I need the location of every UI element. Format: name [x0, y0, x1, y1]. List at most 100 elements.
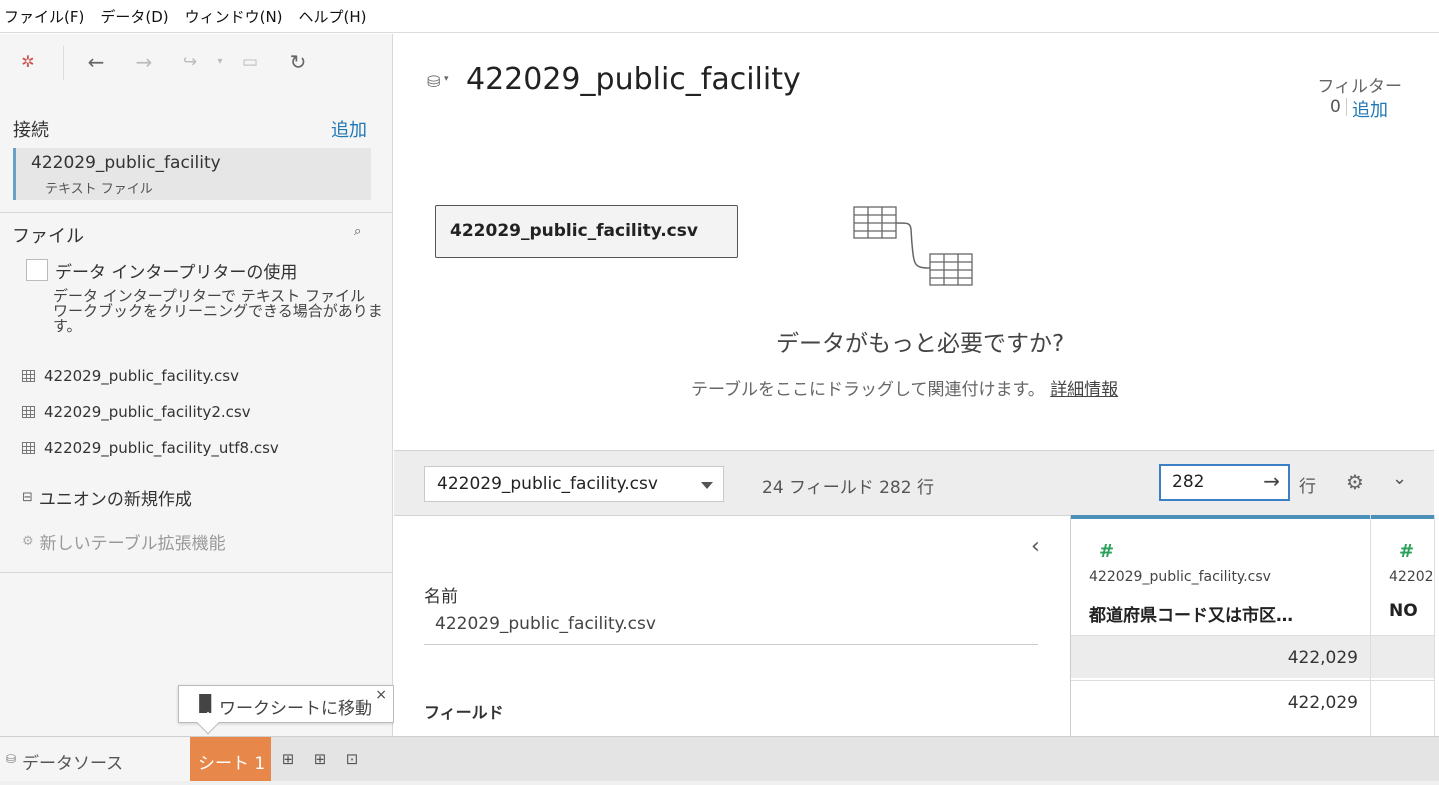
chevron-down-icon	[701, 482, 713, 489]
new-dashboard-icon[interactable]: ⊞	[309, 748, 331, 770]
connections-title: 接続	[13, 120, 49, 141]
page-title[interactable]: 422029_public_facility	[466, 62, 801, 97]
column-name[interactable]: 都道府県コード又は市区…	[1089, 601, 1293, 626]
number-type-icon[interactable]: #	[1399, 541, 1414, 562]
table-cell: 422,029	[1071, 680, 1370, 723]
tableau-logo-icon[interactable]: ✲	[16, 50, 40, 74]
filter-label: フィルター	[1317, 77, 1402, 97]
more-info-link[interactable]: 詳細情報	[1050, 380, 1118, 400]
chevron-left-icon[interactable]: ‹	[1031, 534, 1040, 559]
join-tables-icon	[853, 206, 973, 286]
file-name: 422029_public_facility.csv	[44, 367, 239, 385]
file-name: 422029_public_facility2.csv	[44, 403, 251, 421]
column-name[interactable]: NO	[1389, 601, 1418, 621]
extension-icon: ⚙	[22, 533, 34, 549]
interpreter-checkbox[interactable]	[26, 259, 48, 281]
arrow-right-icon[interactable]: →	[1263, 469, 1280, 493]
file-name: 422029_public_facility_utf8.csv	[44, 439, 279, 457]
divider	[0, 212, 393, 213]
main-area: ⛁ ▾ 422029_public_facility フィルター 0 追加 42…	[394, 34, 1435, 736]
table-cell	[1371, 635, 1434, 678]
menu-file[interactable]: ファイル(F)	[4, 6, 84, 27]
grid-toolbar: 422029_public_facility.csv 24 フィールド 282 …	[394, 450, 1434, 516]
grid-column[interactable]: # 422029_public_facility.csv 都道府県コード又は市区…	[1071, 515, 1371, 736]
chevron-down-icon[interactable]: ▾	[444, 74, 449, 84]
menu-bar: ファイル(F) データ(D) ウィンドウ(N) ヘルプ(H)	[0, 0, 1439, 33]
grid-column[interactable]: # 42202 NO	[1371, 515, 1435, 736]
new-table-extension-item[interactable]: ⚙ 新しいテーブル拡張機能	[22, 530, 226, 554]
data-grid: # 422029_public_facility.csv 都道府県コード又は市区…	[1070, 515, 1435, 736]
gear-icon[interactable]: ⚙	[1346, 470, 1364, 494]
column-source: 42202	[1389, 569, 1434, 585]
name-value[interactable]: 422029_public_facility.csv	[435, 614, 656, 634]
redo-dropdown-icon[interactable]: ▾	[208, 50, 232, 74]
union-icon: ⊟	[22, 489, 33, 505]
rows-label: 行	[1299, 477, 1316, 497]
table-chip[interactable]: 422029_public_facility.csv	[435, 205, 738, 258]
go-to-worksheet-tooltip[interactable]: ▐▌ ワークシートに移動 ×	[178, 685, 394, 735]
name-label: 名前	[424, 587, 458, 607]
name-underline	[424, 644, 1038, 645]
refresh-icon[interactable]: ↻	[286, 50, 310, 74]
more-data-title: データがもっと必要ですか?	[776, 331, 1065, 357]
toolbar-divider	[63, 46, 64, 80]
more-data-subtitle: テーブルをここにドラッグして関連付けます。 詳細情報	[691, 380, 1119, 400]
new-story-icon[interactable]: ⊡	[341, 748, 363, 770]
fields-label: フィールド	[424, 703, 504, 722]
table-icon	[22, 370, 35, 382]
new-union-item[interactable]: ⊟ ユニオンの新規作成	[22, 486, 192, 510]
datasource-icon[interactable]: ⛁	[427, 72, 440, 91]
file-item[interactable]: 422029_public_facility.csv	[22, 365, 239, 387]
table-select-value: 422029_public_facility.csv	[437, 474, 658, 494]
tab-datasource[interactable]: ⛁ データソース	[0, 737, 190, 782]
back-icon[interactable]: ←	[84, 50, 108, 74]
status-bar	[0, 781, 1439, 785]
connection-name: 422029_public_facility	[31, 153, 221, 173]
rows-input-value: 282	[1172, 472, 1205, 492]
connection-item[interactable]: 422029_public_facility テキスト ファイル	[13, 148, 371, 200]
search-icon[interactable]: ⌕	[354, 224, 361, 239]
menu-help[interactable]: ヘルプ(H)	[299, 6, 367, 27]
forward-icon[interactable]: →	[132, 50, 156, 74]
table-cell	[1371, 680, 1434, 723]
column-header-bar	[1071, 515, 1370, 519]
column-source: 422029_public_facility.csv	[1089, 569, 1271, 585]
sheet-tab-bar: ⛁ データソース シート 1 ⊞ ⊞ ⊡	[0, 736, 1439, 782]
filter-count: 0	[1330, 97, 1341, 117]
save-icon[interactable]: ▭	[238, 50, 262, 74]
table-icon	[22, 406, 35, 418]
menu-data[interactable]: データ(D)	[100, 6, 168, 27]
table-icon	[22, 442, 35, 454]
tab-datasource-label: データソース	[22, 754, 124, 774]
filter-divider	[1346, 98, 1347, 116]
tooltip-text: ワークシートに移動	[219, 699, 372, 719]
menu-window[interactable]: ウィンドウ(N)	[185, 6, 283, 27]
bar-chart-icon: ▐▌	[193, 694, 218, 713]
tab-sheet-1[interactable]: シート 1	[190, 737, 271, 782]
new-union-label: ユニオンの新規作成	[38, 489, 192, 510]
rows-input[interactable]: 282 →	[1159, 464, 1290, 501]
chevron-down-icon[interactable]: ⌄	[1392, 468, 1407, 489]
add-connection-link[interactable]: 追加	[331, 116, 367, 142]
table-select[interactable]: 422029_public_facility.csv	[424, 466, 724, 502]
number-type-icon[interactable]: #	[1099, 541, 1114, 562]
interpreter-description: データ インタープリターで テキスト ファイル ワークブックをクリーニングできる…	[53, 287, 383, 335]
add-filter-link[interactable]: 追加	[1352, 96, 1388, 122]
column-header-bar	[1371, 515, 1434, 519]
interpreter-label: データ インタープリターの使用	[55, 263, 298, 283]
tab-sheet-label: シート 1	[198, 754, 266, 774]
left-pane: ✲ ← → ↪ ▾ ▭ ↻ 接続 追加 422029_public_facili…	[0, 34, 393, 736]
file-item[interactable]: 422029_public_facility_utf8.csv	[22, 437, 279, 459]
field-row-count: 24 フィールド 282 行	[762, 478, 934, 498]
divider	[0, 572, 393, 573]
redo-icon[interactable]: ↪	[178, 50, 202, 74]
table-chip-label: 422029_public_facility.csv	[450, 221, 698, 241]
files-title: ファイル	[12, 226, 84, 247]
datasource-icon: ⛁	[6, 752, 17, 766]
connection-type: テキスト ファイル	[45, 182, 153, 197]
file-item[interactable]: 422029_public_facility2.csv	[22, 401, 251, 423]
close-icon[interactable]: ×	[375, 687, 387, 703]
new-table-extension-label: 新しいテーブル拡張機能	[39, 533, 226, 554]
new-worksheet-icon[interactable]: ⊞	[277, 748, 299, 770]
table-cell: 422,029	[1071, 635, 1370, 678]
